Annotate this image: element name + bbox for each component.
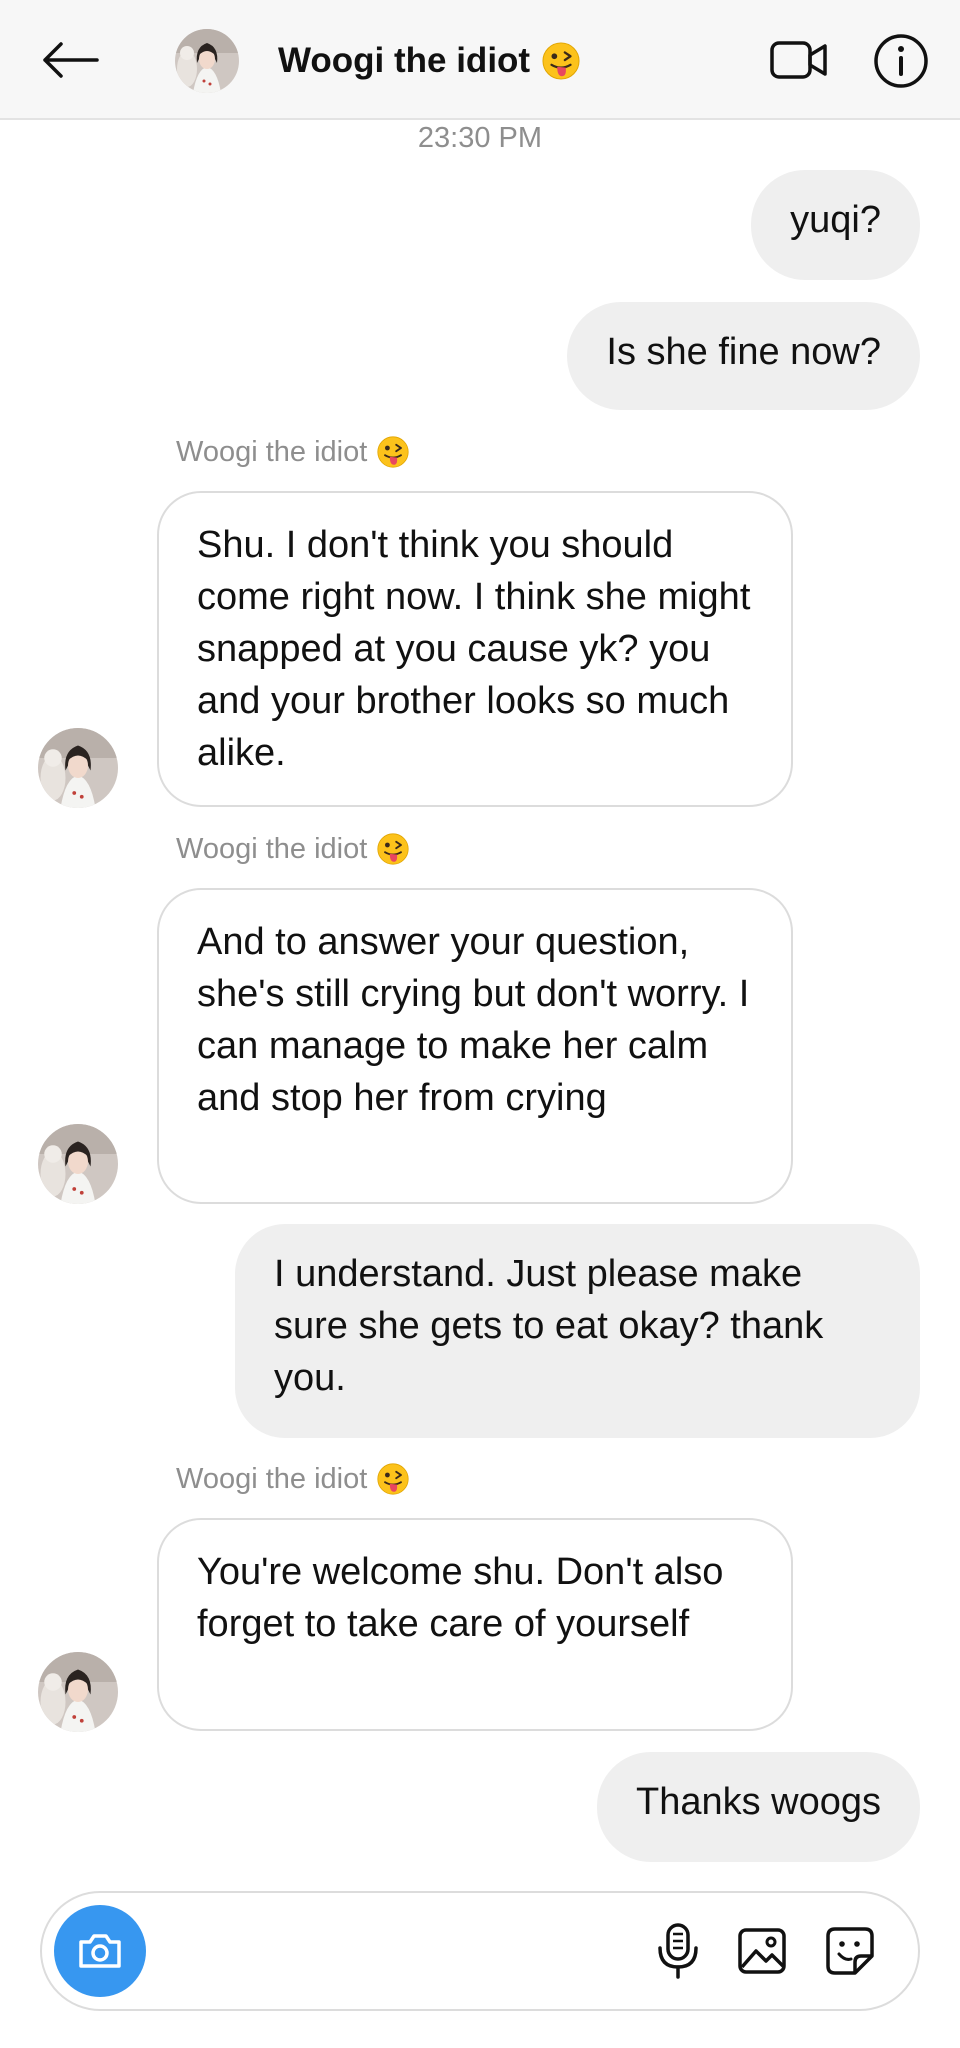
sender-name: Woogi the idiot	[176, 832, 368, 865]
chat-header: Woogi the idiot	[0, 0, 960, 120]
contact-name-text: Woogi the idiot	[278, 41, 531, 80]
message-text: You're welcome shu. Don't also forget to…	[197, 1551, 724, 1645]
outgoing-message-bubble[interactable]: Thanks woogs	[596, 1752, 920, 1862]
sender-name: Woogi the idiot	[176, 1462, 368, 1495]
sender-name: Woogi the idiot	[176, 435, 368, 468]
message-composer	[40, 1891, 920, 2011]
message-text: yuqi?	[790, 199, 881, 241]
sender-label: Woogi the idiot	[176, 431, 409, 473]
sender-label: Woogi the idiot	[176, 828, 409, 870]
message-text: Thanks woogs	[635, 1781, 881, 1823]
sender-avatar[interactable]	[38, 1124, 118, 1204]
zany-face-emoji-icon	[542, 42, 580, 80]
video-call-button[interactable]	[764, 32, 834, 88]
info-icon	[874, 34, 928, 88]
zany-face-emoji-icon	[377, 1463, 409, 1495]
microphone-button[interactable]	[646, 1919, 710, 1983]
back-button[interactable]	[30, 30, 110, 90]
incoming-message-bubble[interactable]: And to answer your question, she's still…	[157, 888, 793, 1204]
contact-avatar[interactable]	[175, 29, 239, 93]
outgoing-message-bubble[interactable]: yuqi?	[751, 170, 920, 280]
incoming-message-bubble[interactable]: Shu. I don't think you should come right…	[157, 491, 793, 807]
message-input[interactable]	[166, 1923, 660, 1981]
zany-face-emoji-icon	[377, 833, 409, 865]
contact-name[interactable]: Woogi the idiot	[278, 36, 580, 86]
gallery-button[interactable]	[730, 1919, 794, 1983]
message-text: Is she fine now?	[606, 331, 881, 373]
outgoing-message-bubble[interactable]: I understand. Just please make sure she …	[235, 1224, 920, 1438]
sticker-icon	[826, 1927, 874, 1975]
sender-label: Woogi the idiot	[176, 1458, 409, 1500]
sender-avatar[interactable]	[38, 728, 118, 808]
gallery-icon	[738, 1928, 786, 1974]
microphone-icon	[658, 1923, 698, 1979]
video-call-icon	[770, 41, 827, 79]
camera-button[interactable]	[54, 1905, 146, 1997]
message-timestamp: 23:30 PM	[417, 122, 543, 154]
info-button[interactable]	[872, 32, 930, 90]
back-arrow-icon	[43, 42, 99, 78]
incoming-message-bubble[interactable]: You're welcome shu. Don't also forget to…	[157, 1518, 793, 1731]
message-text: And to answer your question, she's still…	[197, 921, 750, 1119]
message-text: I understand. Just please make sure she …	[274, 1253, 824, 1399]
sticker-button[interactable]	[818, 1919, 882, 1983]
message-text: Shu. I don't think you should come right…	[197, 524, 751, 774]
outgoing-message-bubble[interactable]: Is she fine now?	[567, 302, 920, 410]
sender-avatar[interactable]	[38, 1652, 118, 1732]
camera-icon	[79, 1934, 121, 1968]
zany-face-emoji-icon	[377, 436, 409, 468]
